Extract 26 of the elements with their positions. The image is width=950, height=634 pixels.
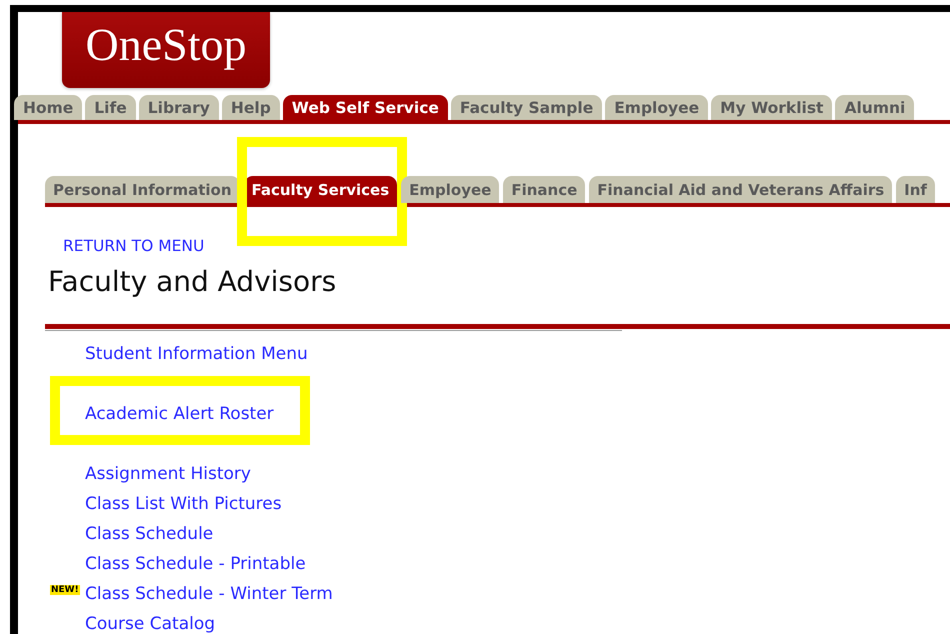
- nav-tab[interactable]: Help: [222, 95, 280, 120]
- logo[interactable]: OneStop: [62, 12, 270, 88]
- nav-tab[interactable]: Finance: [503, 176, 586, 203]
- nav-tab[interactable]: My Worklist: [711, 95, 832, 120]
- nav-tab[interactable]: Inf: [896, 176, 935, 203]
- nav-tab[interactable]: Alumni: [835, 95, 914, 120]
- menu-link[interactable]: Academic Alert Roster: [85, 404, 274, 424]
- nav-tab[interactable]: Financial Aid and Veterans Affairs: [589, 176, 892, 203]
- page-heading: Faculty and Advisors: [48, 265, 338, 298]
- nav-tab[interactable]: Personal Information: [45, 176, 240, 203]
- new-badge: NEW!: [50, 585, 80, 595]
- nav-tab[interactable]: Employee: [401, 176, 500, 203]
- menu-link[interactable]: Class Schedule - Printable: [85, 554, 306, 574]
- menu-link[interactable]: Class Schedule - Winter Term: [85, 584, 333, 604]
- menu-link[interactable]: Assignment History: [85, 464, 251, 484]
- nav-link[interactable]: RETURN TO MENU: [63, 237, 204, 255]
- nav-tab[interactable]: Faculty Sample: [450, 95, 602, 120]
- menu-link[interactable]: Class Schedule: [85, 524, 214, 544]
- nav-tab[interactable]: Employee: [605, 95, 708, 120]
- nav-tab[interactable]: Home: [14, 95, 82, 120]
- nav-tab[interactable]: Library: [138, 95, 219, 120]
- menu-link[interactable]: Class List With Pictures: [85, 494, 282, 514]
- menu-link[interactable]: Student Information Menu: [85, 344, 308, 364]
- nav-tab[interactable]: Web Self Service: [282, 95, 448, 120]
- menu-link[interactable]: Course Catalog: [85, 614, 216, 634]
- nav-tab[interactable]: Life: [85, 95, 136, 120]
